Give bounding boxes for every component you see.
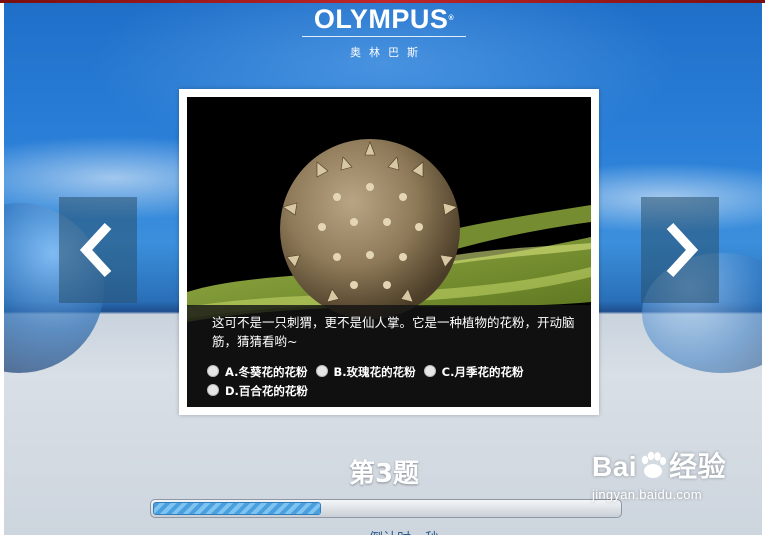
option-d[interactable]: D.百合花的花粉 [207, 382, 308, 401]
radio-button[interactable] [315, 365, 328, 377]
radio-button[interactable] [207, 365, 219, 377]
baidu-jingyan-watermark: Bai 经验 jingyan.baidu.com [592, 451, 742, 521]
radio-button[interactable] [207, 384, 219, 396]
question-text: 这可不是一只刺猬，更不是仙人掌。它是一种植物的花粉，开动脑筋，猜猜看哟~ [212, 315, 575, 349]
option-c[interactable]: C.月季花的花粉 [423, 363, 524, 382]
next-question-button[interactable] [641, 197, 719, 303]
logo-divider [302, 36, 466, 37]
option-label: B.玫瑰花的花粉 [333, 365, 416, 379]
question-card: 这可不是一只刺猬，更不是仙人掌。它是一种植物的花粉，开动脑筋，猜猜看哟~ A.冬… [179, 89, 599, 415]
option-a[interactable]: A.冬葵花的花粉 [207, 363, 307, 382]
option-label: C.月季花的花粉 [441, 365, 524, 379]
progress-fill [153, 502, 321, 515]
question-number: 第3题 [348, 459, 420, 489]
answer-options: A.冬葵花的花粉 B.玫瑰花的花粉 C.月季花的花粉 D.百合花的花粉 [207, 363, 577, 401]
progress-bar [150, 499, 622, 518]
registered-mark: ® [448, 15, 455, 22]
quiz-stage: OLYMPUS® 奥林巴斯 这可不是一只刺猬，更不是仙人掌。它是一种植物的花粉，… [4, 3, 762, 535]
watermark-brand-right: 经验 [669, 451, 727, 482]
option-label: A.冬葵花的花粉 [225, 365, 308, 379]
option-label: D.百合花的花粉 [225, 384, 308, 398]
brand-wordmark: OLYMPUS [313, 4, 449, 34]
countdown-timer: 倒计时一秒 [304, 526, 504, 535]
brand-chinese-name: 奥林巴斯 [350, 46, 426, 59]
watermark-brand-left: Bai [592, 451, 638, 482]
prev-question-button[interactable] [59, 197, 137, 303]
olympus-logo: OLYMPUS® 奥林巴斯 [294, 5, 474, 60]
question-photo-frame: 这可不是一只刺猬，更不是仙人掌。它是一种植物的花粉，开动脑筋，猜猜看哟~ A.冬… [187, 97, 591, 407]
quiz-page: OLYMPUS® 奥林巴斯 这可不是一只刺猬，更不是仙人掌。它是一种植物的花粉，… [0, 0, 765, 535]
radio-button[interactable] [423, 365, 436, 377]
paw-icon [641, 451, 667, 478]
chevron-right-icon [666, 222, 699, 278]
question-caption: 这可不是一只刺猬，更不是仙人掌。它是一种植物的花粉，开动脑筋，猜猜看哟~ A.冬… [187, 305, 591, 407]
chevron-left-icon [79, 222, 112, 278]
option-b[interactable]: B.玫瑰花的花粉 [315, 363, 416, 382]
watermark-url: jingyan.baidu.com [592, 487, 702, 502]
